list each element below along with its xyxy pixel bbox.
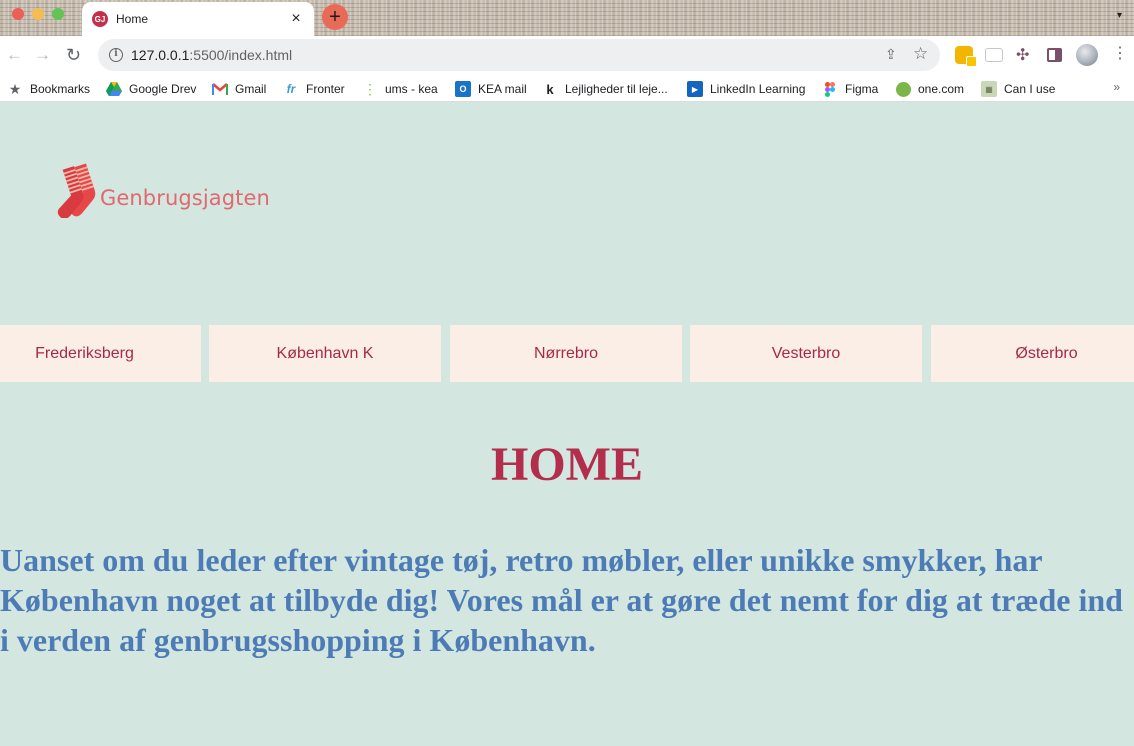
page-title: HOME: [491, 438, 643, 491]
bookmark-item[interactable]: ▦ Can I use: [981, 81, 1055, 97]
kebab-menu-icon[interactable]: ⋮: [1112, 44, 1128, 64]
nav-item-frederiksberg[interactable]: Frederiksberg: [0, 325, 201, 382]
window-minimize-button[interactable]: [32, 8, 44, 20]
bookmark-item[interactable]: ▶ LinkedIn Learning: [687, 81, 805, 97]
bookmark-item[interactable]: ★ Bookmarks: [7, 81, 90, 97]
bookmark-label: LinkedIn Learning: [710, 82, 806, 96]
url-path: :5500/index.html: [189, 47, 293, 63]
tab-favicon-icon: GJ: [92, 11, 108, 27]
extension-yellow-icon[interactable]: [955, 46, 977, 67]
page-content: Genbrugsjagten Frederiksberg København K…: [0, 103, 1134, 746]
fronter-icon: fr: [286, 82, 296, 96]
nav-item-kobenhavn-k[interactable]: København K: [209, 325, 441, 382]
bookmark-item[interactable]: one.com: [895, 81, 964, 97]
bookmark-item[interactable]: fr Fronter: [283, 81, 345, 97]
bookmark-label: Gmail: [235, 82, 267, 96]
nav-item-vesterbro[interactable]: Vesterbro: [690, 325, 922, 382]
logo-text: Genbrugsjagten: [100, 186, 270, 210]
nav-item-osterbro[interactable]: Østerbro: [931, 325, 1134, 382]
intro-paragraph: Uanset om du leder efter vintage tøj, re…: [0, 542, 1123, 658]
new-tab-button[interactable]: +: [322, 4, 348, 30]
dots-icon: ⋮: [363, 80, 377, 97]
bookmark-item[interactable]: Google Drev: [106, 81, 196, 97]
window-maximize-button[interactable]: [52, 8, 64, 20]
bookmark-label: Lejligheder til leje...: [565, 82, 668, 96]
bookmarks-bar: ★ Bookmarks Google Drev Gmail fr Fronter…: [0, 74, 1134, 102]
tab-close-icon[interactable]: ×: [288, 11, 304, 27]
bookmark-item[interactable]: O KEA mail: [455, 81, 527, 97]
url-text[interactable]: 127.0.0.1:5500/index.html: [131, 47, 292, 63]
nav-label: Vesterbro: [771, 344, 841, 362]
bookmark-label: Google Drev: [129, 82, 197, 96]
bookmark-label: one.com: [918, 82, 965, 96]
forward-arrow-icon[interactable]: →: [34, 45, 51, 65]
bookmark-item[interactable]: k Lejligheder til leje...: [542, 81, 668, 97]
bookmark-label: ums - kea: [385, 82, 438, 96]
nav-item-norrebro[interactable]: Nørrebro: [450, 325, 682, 382]
k-icon: k: [546, 81, 554, 97]
tab-search-chevron-icon[interactable]: ▾: [1117, 10, 1122, 21]
back-arrow-icon[interactable]: ←: [6, 45, 23, 65]
google-drive-icon: [106, 81, 122, 97]
side-panel-icon[interactable]: [1047, 48, 1062, 62]
star-icon: ★: [8, 80, 22, 97]
figma-icon: [822, 81, 838, 97]
green-circle-icon: [895, 81, 911, 97]
caniuse-icon: ▦: [981, 81, 997, 97]
bookmark-label: KEA mail: [478, 82, 527, 96]
bookmark-label: Fronter: [306, 82, 345, 96]
address-bar[interactable]: i 127.0.0.1:5500/index.html ⇪ ☆: [98, 39, 940, 71]
extensions-puzzle-icon[interactable]: ✣: [1016, 45, 1034, 64]
gmail-icon: [212, 81, 228, 97]
bookmark-item[interactable]: Figma: [822, 81, 878, 97]
browser-toolbar: ← → ↻ i 127.0.0.1:5500/index.html ⇪ ☆ ✣ …: [0, 36, 1134, 74]
bookmark-label: Bookmarks: [30, 82, 91, 96]
bookmark-label: Figma: [845, 82, 879, 96]
site-logo[interactable]: Genbrugsjagten: [52, 160, 292, 220]
info-icon[interactable]: i: [109, 48, 123, 62]
nav-label: København K: [276, 344, 374, 362]
window-close-button[interactable]: [12, 8, 24, 20]
tab-title: Home: [116, 12, 149, 26]
browser-tab-home[interactable]: GJ Home ×: [82, 2, 314, 36]
bookmark-star-icon[interactable]: ☆: [913, 44, 928, 64]
nav-label: Nørrebro: [533, 344, 598, 362]
profile-avatar[interactable]: [1076, 44, 1098, 66]
extension-folder-icon[interactable]: [985, 48, 1003, 62]
more-bookmarks-icon[interactable]: »: [1113, 80, 1120, 94]
district-nav: Frederiksberg København K Nørrebro Veste…: [0, 325, 1134, 382]
bookmark-item[interactable]: Gmail: [212, 81, 266, 97]
play-icon: ▶: [687, 81, 703, 97]
nav-label: Frederiksberg: [35, 344, 134, 362]
share-icon[interactable]: ⇪: [885, 46, 897, 63]
outlook-icon: O: [455, 81, 471, 97]
url-host: 127.0.0.1: [131, 47, 190, 63]
reload-icon[interactable]: ↻: [66, 45, 81, 65]
bookmark-label: Can I use: [1004, 82, 1056, 96]
nav-label: Østerbro: [1015, 344, 1078, 362]
bookmark-item[interactable]: ⋮ ums - kea: [362, 81, 438, 97]
